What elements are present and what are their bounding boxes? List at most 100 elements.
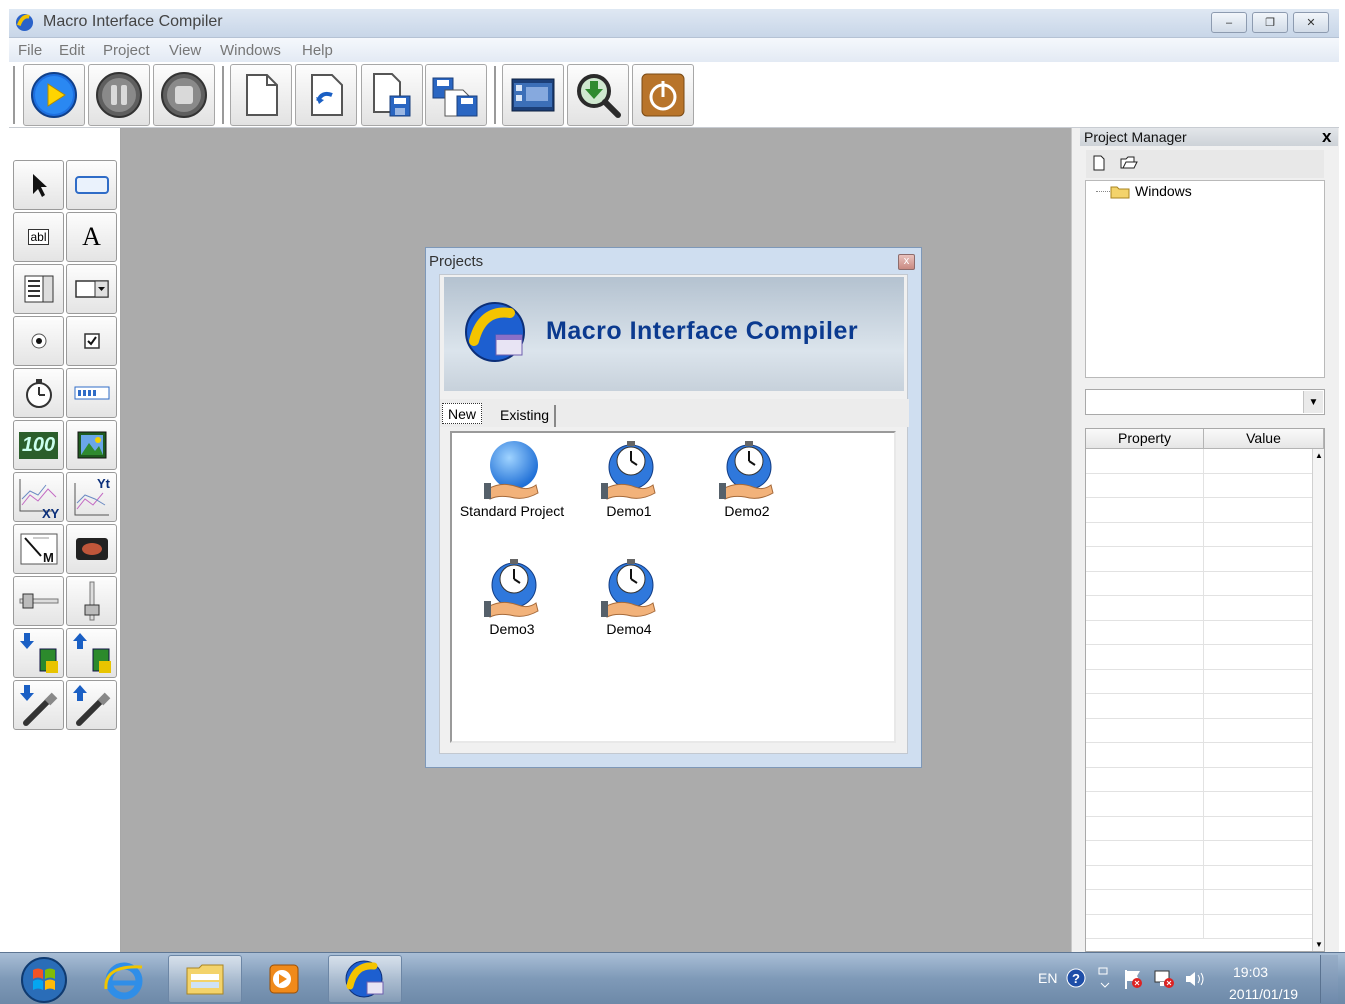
yt-graph-tool[interactable]: Yt	[66, 472, 117, 522]
network-icon[interactable]	[1153, 967, 1177, 991]
volume-icon[interactable]	[1184, 969, 1208, 989]
property-grid-row[interactable]	[1086, 571, 1312, 596]
radio-button-icon	[31, 333, 46, 349]
scroll-up-icon[interactable]: ▲	[1315, 451, 1323, 460]
open-button[interactable]	[295, 64, 357, 126]
property-grid-row[interactable]	[1086, 547, 1312, 572]
menu-file[interactable]: File	[18, 42, 42, 59]
rectangle-tool[interactable]	[66, 160, 117, 210]
property-grid-row[interactable]	[1086, 816, 1312, 841]
textbox-tool[interactable]: abl	[13, 212, 64, 262]
start-orb-icon[interactable]	[20, 956, 68, 1004]
project-item-demo4[interactable]: Demo4	[573, 557, 685, 667]
restore-button[interactable]: ❐	[1252, 12, 1288, 33]
dialog-close-button[interactable]: x	[898, 254, 915, 270]
tab-existing[interactable]: Existing	[495, 405, 557, 427]
image-tool[interactable]	[66, 420, 117, 470]
property-grid-row[interactable]	[1086, 792, 1312, 817]
upload-chip-tool[interactable]	[66, 628, 117, 678]
radio-button-tool[interactable]	[13, 316, 64, 366]
stopwatch-icon	[601, 559, 656, 618]
property-grid-row[interactable]	[1086, 890, 1312, 915]
led-tool[interactable]	[66, 524, 117, 574]
menu-windows[interactable]: Windows	[220, 42, 281, 59]
project-manager-close-button[interactable]: x	[1322, 127, 1331, 147]
property-grid-row[interactable]	[1086, 645, 1312, 670]
timer-tool[interactable]	[13, 368, 64, 418]
save-button[interactable]	[361, 64, 423, 126]
vertical-slider-tool[interactable]	[66, 576, 117, 626]
help-icon[interactable]: ?	[1066, 968, 1086, 988]
action-center-flag-icon[interactable]	[1122, 967, 1146, 991]
open-folder-icon[interactable]	[1120, 156, 1138, 170]
chevron-down-icon[interactable]: ▼	[1303, 391, 1323, 413]
tray-language[interactable]: EN	[1038, 970, 1057, 986]
new-document-icon[interactable]	[1092, 155, 1106, 171]
property-grid-row[interactable]	[1086, 865, 1312, 890]
menu-edit[interactable]: Edit	[59, 42, 85, 59]
property-grid[interactable]: Property Value ▲ ▼	[1085, 428, 1325, 952]
project-item-demo1[interactable]: Demo1	[573, 439, 685, 549]
property-grid-row[interactable]	[1086, 767, 1312, 792]
tray-clock-date[interactable]: 2011/01/19	[1229, 986, 1298, 1002]
label-tool[interactable]: A	[66, 212, 117, 262]
pointer-tool[interactable]	[13, 160, 64, 210]
stop-button[interactable]	[153, 64, 215, 126]
menu-help[interactable]: Help	[302, 42, 333, 59]
property-grid-row[interactable]	[1086, 669, 1312, 694]
horizontal-slider-tool[interactable]	[13, 576, 64, 626]
tray-expand-icon[interactable]	[1096, 965, 1112, 991]
project-tree[interactable]: Windows	[1085, 180, 1325, 378]
scroll-down-icon[interactable]: ▼	[1315, 940, 1323, 949]
value-column-header[interactable]: Value	[1204, 429, 1324, 449]
property-grid-row[interactable]	[1086, 914, 1312, 939]
property-grid-row[interactable]	[1086, 498, 1312, 523]
project-item-demo2[interactable]: Demo2	[691, 439, 803, 549]
project-item-standard[interactable]: Standard Project	[456, 439, 568, 549]
property-grid-scrollbar[interactable]: ▲ ▼	[1312, 449, 1324, 951]
tray-clock-time[interactable]: 19:03	[1233, 962, 1268, 982]
combobox-tool[interactable]	[66, 264, 117, 314]
property-grid-row[interactable]	[1086, 596, 1312, 621]
svg-text:?: ?	[1072, 971, 1080, 986]
run-button[interactable]	[23, 64, 85, 126]
property-grid-row[interactable]	[1086, 522, 1312, 547]
horizontal-slider-icon	[19, 593, 58, 609]
property-grid-row[interactable]	[1086, 718, 1312, 743]
meter-tool[interactable]: M	[13, 524, 64, 574]
property-grid-row[interactable]	[1086, 449, 1312, 474]
new-file-button[interactable]	[230, 64, 292, 126]
object-selector-combo[interactable]: ▼	[1085, 389, 1325, 415]
pause-button[interactable]	[88, 64, 150, 126]
numeric-display-tool[interactable]: 100	[13, 420, 64, 470]
project-item-demo3[interactable]: Demo3	[456, 557, 568, 667]
property-column-header[interactable]: Property	[1086, 429, 1204, 449]
save-all-button[interactable]	[425, 64, 487, 126]
download-chip-tool[interactable]	[13, 628, 64, 678]
show-desktop-button[interactable]	[1320, 955, 1338, 1003]
property-grid-row[interactable]	[1086, 620, 1312, 645]
upload-usb-tool[interactable]	[66, 680, 117, 730]
download-usb-tool[interactable]	[13, 680, 64, 730]
minimize-button[interactable]: –	[1211, 12, 1247, 33]
property-grid-row[interactable]	[1086, 841, 1312, 866]
tab-new[interactable]: New	[442, 403, 483, 424]
screen-designer-button[interactable]	[502, 64, 564, 126]
file-explorer-task[interactable]	[168, 955, 242, 1003]
media-player-task[interactable]	[247, 955, 321, 1003]
close-button[interactable]: ✕	[1293, 12, 1329, 33]
property-grid-row[interactable]	[1086, 473, 1312, 498]
progress-bar-tool[interactable]	[66, 368, 117, 418]
property-grid-row[interactable]	[1086, 694, 1312, 719]
xy-graph-tool[interactable]: XY	[13, 472, 64, 522]
search-download-button[interactable]	[567, 64, 629, 126]
menu-project[interactable]: Project	[103, 42, 150, 59]
tree-item-windows[interactable]: Windows	[1135, 183, 1192, 199]
listbox-tool[interactable]	[13, 264, 64, 314]
property-grid-row[interactable]	[1086, 743, 1312, 768]
menu-view[interactable]: View	[169, 42, 201, 59]
macro-interface-compiler-task[interactable]	[328, 955, 402, 1003]
internet-explorer-icon[interactable]	[102, 959, 146, 1001]
checkbox-tool[interactable]	[66, 316, 117, 366]
power-button[interactable]	[632, 64, 694, 126]
